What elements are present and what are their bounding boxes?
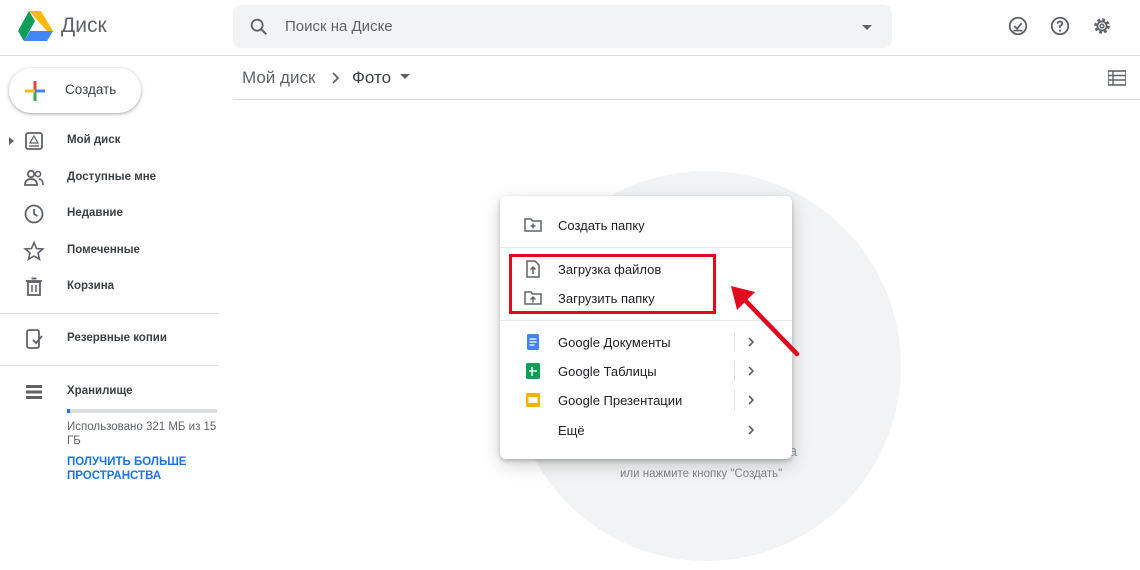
storage-usage-text: Использовано 321 МБ из 15 ГБ — [67, 421, 217, 447]
menu-item-label: Google Презентации — [558, 393, 683, 408]
upload-highlight-box — [509, 254, 716, 314]
clock-icon — [24, 204, 44, 224]
top-bar: Диск — [0, 0, 1140, 56]
sidebar-item-starred[interactable]: Помеченные — [0, 235, 218, 267]
red-arrow-annotation-icon — [731, 286, 800, 357]
sidebar-item-label: Мой диск — [67, 134, 121, 146]
expand-caret-icon[interactable] — [9, 137, 14, 145]
sidebar-item-label: Резервные копии — [67, 332, 167, 344]
chevron-right-icon[interactable] — [746, 423, 756, 437]
settings-icon[interactable] — [1091, 15, 1113, 37]
new-folder-icon — [524, 218, 542, 232]
trash-icon — [26, 277, 42, 296]
sidebar-divider — [0, 313, 218, 314]
offline-check-icon[interactable] — [1007, 15, 1029, 37]
breadcrumb-current-folder[interactable]: Фото — [352, 68, 391, 88]
sidebar-item-label: Хранилище — [67, 385, 133, 397]
storage-progress-fill — [67, 409, 70, 413]
search-input[interactable] — [285, 13, 845, 40]
search-bar[interactable] — [233, 5, 892, 48]
sidebar-item-backups[interactable]: Резервные копии — [0, 323, 218, 355]
get-more-storage-link[interactable]: ПОЛУЧИТЬ БОЛЬШЕ ПРОСТРАНСТВА — [67, 455, 207, 483]
create-button-label: Создать — [65, 82, 117, 97]
menu-item-new-folder[interactable]: Создать папку — [500, 211, 792, 240]
menu-item-label: Ещё — [558, 423, 585, 438]
google-sheets-icon — [526, 363, 540, 379]
sidebar-item-storage[interactable]: Хранилище — [0, 376, 218, 408]
folder-dropdown-icon[interactable] — [400, 74, 410, 79]
chevron-right-icon[interactable] — [746, 364, 756, 378]
sidebar-item-recent[interactable]: Недавние — [0, 198, 218, 230]
storage-icon — [26, 385, 42, 399]
sidebar-divider — [0, 365, 218, 366]
backup-icon — [26, 329, 43, 349]
google-slides-icon — [526, 393, 540, 407]
sidebar-item-label: Корзина — [67, 280, 115, 292]
chevron-right-icon[interactable] — [746, 393, 756, 407]
app-title[interactable]: Диск — [61, 14, 107, 38]
empty-state-hint: или нажмите кнопку "Создать" — [620, 468, 783, 480]
storage-progress-bar — [67, 409, 217, 413]
menu-item-label: Создать папку — [558, 218, 645, 233]
help-icon[interactable] — [1049, 15, 1071, 37]
sidebar-item-my-drive[interactable]: Мой диск — [0, 125, 218, 157]
plus-icon — [25, 81, 45, 101]
drive-logo-icon[interactable] — [18, 10, 54, 42]
sidebar-item-shared[interactable]: Доступные мне — [0, 162, 218, 194]
menu-item-more[interactable]: Ещё — [500, 416, 792, 445]
menu-item-label: Google Документы — [558, 335, 671, 350]
breadcrumb-my-drive[interactable]: Мой диск — [242, 68, 315, 88]
menu-item-google-sheets[interactable]: Google Таблицы — [500, 357, 792, 386]
main-header-divider — [233, 99, 1140, 100]
sidebar-item-label: Помеченные — [67, 244, 140, 256]
search-options-dropdown-icon[interactable] — [857, 17, 877, 37]
my-drive-icon — [25, 132, 43, 150]
shared-icon — [24, 169, 44, 186]
sidebar-item-trash[interactable]: Корзина — [0, 271, 218, 303]
menu-item-label: Google Таблицы — [558, 364, 657, 379]
menu-item-divider — [734, 390, 735, 410]
list-view-icon[interactable] — [1108, 70, 1126, 86]
sidebar-item-label: Недавние — [67, 207, 123, 219]
search-icon[interactable] — [248, 16, 270, 38]
menu-divider — [500, 247, 792, 248]
create-button[interactable]: Создать — [9, 68, 141, 113]
star-icon — [23, 240, 45, 261]
google-docs-icon — [527, 334, 539, 350]
menu-item-divider — [734, 361, 735, 381]
menu-item-google-slides[interactable]: Google Презентации — [500, 386, 792, 415]
sidebar-item-label: Доступные мне — [67, 171, 157, 183]
breadcrumb-chevron-right-icon — [332, 72, 340, 84]
